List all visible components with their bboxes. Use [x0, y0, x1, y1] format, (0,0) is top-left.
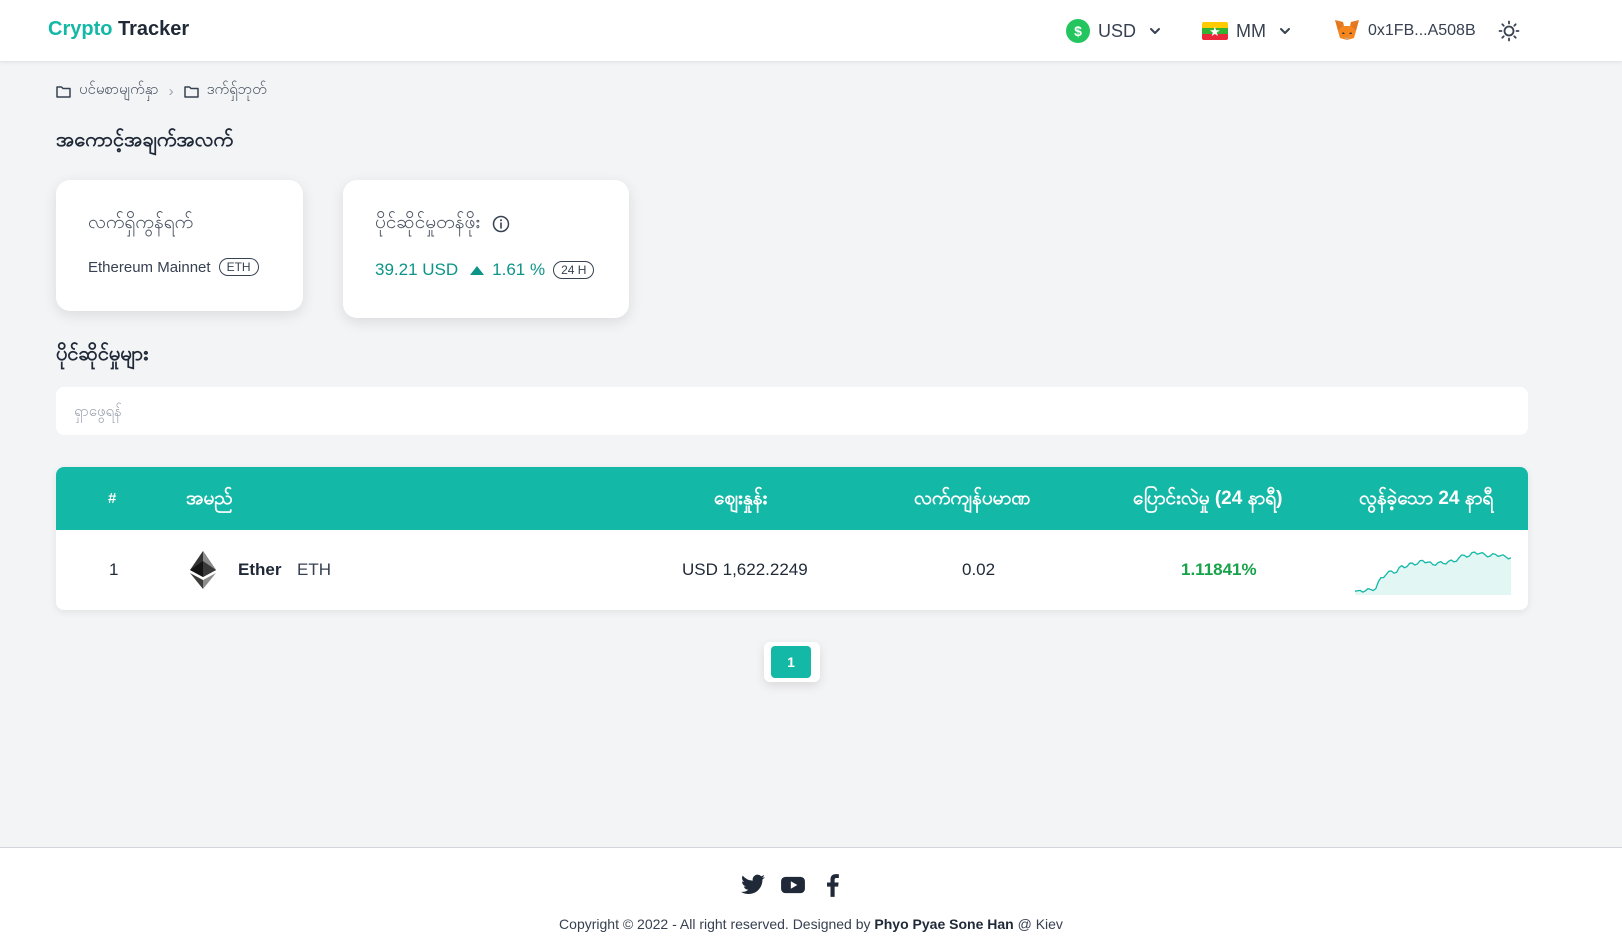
wallet-button[interactable]: 0x1FB...A508B — [1334, 15, 1476, 47]
price-sparkline — [1355, 551, 1511, 595]
coin-change: 1.11841% — [1181, 560, 1257, 579]
column-header-price: စျေးနှုန်း — [714, 488, 768, 509]
portfolio-value: 39.21 USD — [375, 260, 459, 279]
sparkline-area — [1355, 552, 1511, 595]
coin-price: USD 1,622.2249 — [682, 560, 808, 579]
sun-icon — [1498, 20, 1520, 42]
youtube-icon[interactable] — [780, 872, 806, 898]
coin-name: Ether — [238, 560, 282, 579]
top-navbar: Crypto Tracker $ USD ★ MM 0x1FB...A508B — [0, 0, 1622, 62]
breadcrumb-home-label: ပင်မစာမျက်နှာ — [79, 81, 159, 98]
coin-symbol: ETH — [297, 560, 331, 579]
app-logo[interactable]: Crypto Tracker — [48, 18, 189, 41]
network-info: Ethereum Mainnet ETH — [88, 258, 259, 276]
column-header-change: ပြောင်းလဲမှု (24 နာရီ) — [1133, 488, 1283, 509]
portfolio-value-card: ပိုင်ဆိုင်မှုတန်ဖိုး 39.21 USD 1.61 % 24… — [343, 180, 629, 318]
network-badge: ETH — [218, 258, 259, 276]
page-button-1[interactable]: 1 — [771, 646, 811, 678]
assets-table: # အမည် စျေးနှုန်း လက်ကျန်ပမာဏ ပြောင်းလဲမ… — [56, 467, 1528, 610]
breadcrumb-home[interactable]: ပင်မစာမျက်နှာ — [56, 80, 159, 102]
column-header-name: အမည် — [186, 488, 233, 509]
account-info-title: အကောင့်အချက်အလက် — [56, 129, 234, 151]
period-badge: 24 H — [553, 261, 595, 279]
ethereum-icon — [190, 551, 216, 589]
column-header-balance: လက်ကျန်ပမာဏ — [914, 488, 1031, 509]
currency-label: USD — [1098, 20, 1137, 41]
row-index: 1 — [109, 560, 119, 579]
folder-icon — [183, 85, 199, 98]
network-card-title: လက်ရှိကွန်ရက် — [88, 212, 194, 233]
network-name: Ethereum Mainnet — [88, 258, 211, 276]
designer-name[interactable]: Phyo Pyae Sone Han — [874, 916, 1013, 932]
portfolio-change: 1.61 % — [492, 260, 546, 279]
table-header: # အမည် စျေးနှုန်း လက်ကျန်ပမာဏ ပြောင်းလဲမ… — [56, 467, 1528, 530]
breadcrumb-dashboard[interactable]: ဒက်ရှ်ဘုတ် — [183, 80, 267, 102]
currency-selector[interactable]: $ USD — [1066, 15, 1162, 47]
network-card: လက်ရှိကွန်ရက် Ethereum Mainnet ETH — [56, 180, 303, 311]
copyright-prefix: Copyright © 2022 - All right reserved. D… — [559, 916, 871, 932]
coin-balance: 0.02 — [962, 560, 996, 579]
breadcrumb-separator: › — [168, 82, 174, 100]
breadcrumb-dashboard-label: ဒက်ရှ်ဘုတ် — [206, 81, 267, 98]
footer: Copyright © 2022 - All right reserved. D… — [0, 847, 1622, 946]
facebook-icon[interactable] — [820, 872, 846, 898]
twitter-icon[interactable] — [740, 872, 766, 898]
language-selector[interactable]: ★ MM — [1202, 15, 1292, 47]
social-links — [740, 872, 860, 898]
search-input[interactable] — [56, 387, 1528, 435]
breadcrumb: ပင်မစာမျက်နှာ › ဒက်ရှ်ဘုတ် — [56, 80, 267, 102]
brand-part-crypto: Crypto — [48, 18, 113, 40]
column-header-index: # — [108, 490, 117, 507]
copyright-text: Copyright © 2022 - All right reserved. D… — [0, 916, 1622, 932]
brand-part-tracker: Tracker — [118, 18, 190, 40]
pagination: 1 — [764, 642, 820, 682]
info-icon[interactable] — [492, 215, 510, 233]
dollar-icon: $ — [1066, 19, 1090, 43]
table-row[interactable]: 1 Ether ETH USD 1,622.2249 0.02 1.11841% — [56, 530, 1528, 610]
theme-toggle[interactable] — [1496, 15, 1522, 47]
chevron-down-icon — [1150, 28, 1161, 34]
folder-icon — [56, 85, 71, 98]
portfolio-value-line: 39.21 USD 1.61 % 24 H — [375, 260, 595, 280]
chevron-down-icon — [1280, 28, 1290, 34]
assets-title: ပိုင်ဆိုင်မှုများ — [56, 343, 149, 365]
column-header-last-24h: လွန်ခဲ့သော 24 နာရီ — [1359, 488, 1494, 509]
metamask-fox-icon — [1335, 20, 1359, 40]
designer-location: @ Kiev — [1017, 916, 1063, 932]
wallet-address: 0x1FB...A508B — [1368, 22, 1476, 39]
portfolio-card-header: ပိုင်ဆိုင်မှုတန်ဖိုး — [375, 210, 510, 238]
language-label: MM — [1236, 20, 1266, 41]
portfolio-card-title: ပိုင်ဆိုင်မှုတန်ဖိုး — [375, 212, 481, 233]
myanmar-flag-icon: ★ — [1202, 22, 1228, 40]
triangle-up-icon — [470, 265, 485, 275]
